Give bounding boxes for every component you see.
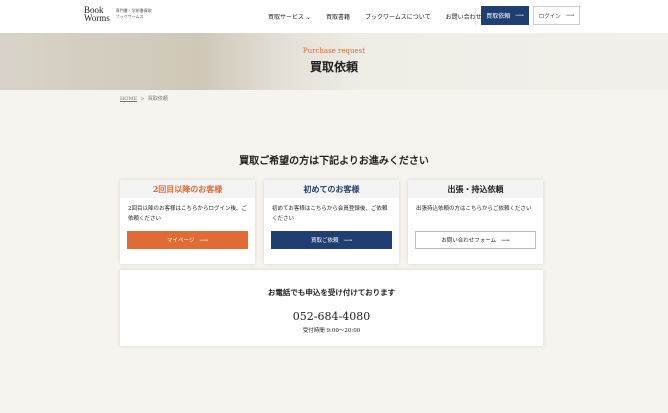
card-title: 出張・持込依頼 bbox=[408, 180, 543, 198]
business-hours: 受付時間 9:00〜20:00 bbox=[302, 328, 361, 334]
mypage-button[interactable]: マイページ ⟶ bbox=[127, 231, 248, 249]
nav-purchase-service[interactable]: 買取サービス ⌄ bbox=[268, 12, 311, 21]
breadcrumb-home[interactable]: HOME bbox=[120, 96, 137, 102]
nav-about[interactable]: ブックワームスについて bbox=[365, 12, 431, 21]
logo-text: Worms bbox=[84, 13, 110, 23]
phone-heading: お電話でも申込を受け付けております bbox=[267, 288, 396, 297]
logo[interactable]: Book Worms 専門書・学術書買取 ブックワームス bbox=[84, 6, 152, 23]
button-label: マイページ bbox=[167, 238, 195, 244]
card-new-customer: 初めてのお客様 初めてお客様はこちらから会員登録後、ご依頼ください 買取ご依頼 ⟶ bbox=[264, 180, 399, 264]
button-label: 買取ご依頼 bbox=[310, 238, 339, 244]
arrow-icon: ⟶ bbox=[501, 236, 510, 244]
login-button[interactable]: ログイン ⟶ bbox=[533, 6, 580, 25]
card-description: 出張持込依頼の方はこちらからご依頼ください bbox=[416, 206, 532, 212]
breadcrumb-current: 買取依頼 bbox=[147, 96, 168, 102]
button-label: 買取依頼 bbox=[486, 13, 511, 20]
nav-books[interactable]: 買取書籍 bbox=[326, 12, 350, 21]
breadcrumb: HOME > 買取依頼 bbox=[120, 95, 168, 102]
divider bbox=[475, 8, 476, 26]
logo-subtitle: ブックワームス bbox=[115, 14, 144, 19]
main-nav: 買取サービス ⌄ 買取書籍 ブックワームスについて お問い合わせ bbox=[268, 12, 482, 21]
contact-form-button[interactable]: お問い合わせフォーム ⟶ bbox=[415, 231, 536, 249]
card-description: 初めてお客様はこちらから会員登録後、ご依頼ください bbox=[272, 206, 388, 222]
arrow-icon: ⟶ bbox=[199, 236, 208, 244]
purchase-request-button[interactable]: 買取依頼 ⟶ bbox=[481, 6, 529, 25]
card-title: 初めてのお客様 bbox=[264, 180, 399, 198]
purchase-order-button[interactable]: 買取ご依頼 ⟶ bbox=[271, 231, 392, 249]
card-description: 2回目以降のお客様はこちらからログイン後、ご依頼ください bbox=[128, 206, 248, 222]
card-returning-customer: 2回目以降のお客様 2回目以降のお客様はこちらからログイン後、ご依頼ください マ… bbox=[120, 180, 255, 264]
phone-section: お電話でも申込を受け付けております 052-684-4080 受付時間 9:00… bbox=[120, 270, 543, 346]
hero-subtitle: Purchase request bbox=[302, 47, 366, 55]
button-label: お問い合わせフォーム bbox=[441, 238, 497, 244]
phone-number[interactable]: 052-684-4080 bbox=[120, 310, 543, 323]
arrow-icon: ⟶ bbox=[515, 12, 524, 19]
breadcrumb-separator: > bbox=[140, 96, 145, 102]
arrow-icon: ⟶ bbox=[343, 236, 353, 244]
hero-banner: Purchase request 買取依頼 bbox=[0, 33, 668, 90]
header: Book Worms 専門書・学術書買取 ブックワームス 買取サービス ⌄ 買取書籍… bbox=[0, 0, 668, 33]
page-title: 買取依頼 bbox=[309, 60, 358, 74]
section-title: 買取ご希望の方は下記よりお進みください bbox=[239, 156, 429, 167]
arrow-icon: ⟶ bbox=[565, 12, 575, 19]
nav-contact[interactable]: お問い合わせ bbox=[446, 12, 482, 21]
card-title: 2回目以降のお客様 bbox=[120, 180, 255, 198]
button-label: ログイン bbox=[538, 13, 561, 20]
card-visit-request: 出張・持込依頼 出張持込依頼の方はこちらからご依頼ください お問い合わせフォーム… bbox=[408, 180, 543, 264]
